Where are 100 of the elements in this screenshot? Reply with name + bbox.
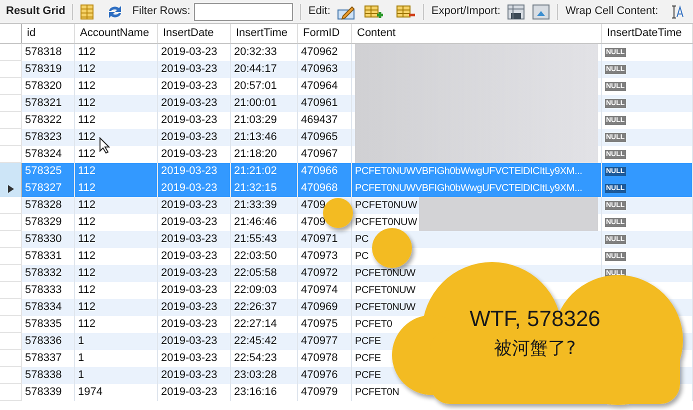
table-cell-text: 21:32:15 bbox=[234, 181, 277, 196]
table-cell-text: 578334 bbox=[25, 300, 62, 316]
table-cell-text: PCFET0NUW bbox=[355, 216, 418, 230]
table-cell-text: 470962 bbox=[301, 45, 338, 60]
column-header[interactable]: id bbox=[27, 25, 36, 42]
table-cell-text: 2019-03-23 bbox=[161, 181, 218, 196]
filter-field[interactable] bbox=[194, 2, 294, 20]
table-cell-text: 2019-03-23 bbox=[161, 334, 218, 350]
table-cell-text: 23:16:16 bbox=[234, 385, 277, 400]
column-header[interactable]: InsertTime bbox=[236, 25, 288, 42]
table-cell-text: 2019-03-23 bbox=[161, 198, 218, 214]
table-cell-text: 578332 bbox=[25, 266, 62, 282]
table-cell-text: 4709 bbox=[301, 198, 326, 214]
grid-icon[interactable] bbox=[80, 4, 94, 20]
table-cell-text: 2019-03-23 bbox=[161, 45, 218, 60]
table-cell-text: PCFE bbox=[355, 369, 381, 383]
table-cell-text: 2019-03-23 bbox=[161, 266, 218, 282]
result-grid-label: Result Grid bbox=[6, 4, 66, 20]
pencil-icon[interactable] bbox=[337, 4, 358, 20]
table-cell-text: 20:57:01 bbox=[234, 79, 277, 94]
table-cell-text: 20:32:33 bbox=[234, 45, 277, 60]
table-cell-text: 22:54:23 bbox=[234, 351, 277, 366]
table-cell-text: 2019-03-23 bbox=[161, 164, 218, 180]
table-cell-text: 578335 bbox=[25, 317, 62, 332]
filter-rows-label: Filter Rows: bbox=[132, 4, 190, 20]
table-cell-text: PC bbox=[355, 233, 368, 247]
table-cell-text: 470961 bbox=[301, 96, 338, 112]
column-header[interactable]: InsertDateTime bbox=[607, 25, 682, 42]
table-cell-text: 112 bbox=[78, 62, 96, 78]
table-cell-text: 2019-03-23 bbox=[161, 130, 218, 146]
save-icon[interactable] bbox=[507, 4, 526, 20]
table-cell-text: 470973 bbox=[301, 249, 338, 264]
table-cell-text: 112 bbox=[78, 283, 96, 298]
table-cell-text: 578322 bbox=[25, 113, 62, 128]
mouse-pointer-icon bbox=[99, 137, 110, 154]
table-cell-text: 2019-03-23 bbox=[161, 368, 218, 384]
table-cell-text: 470971 bbox=[301, 232, 338, 248]
table-cell-text: 578338 bbox=[25, 368, 62, 384]
table-cell-text: 2019-03-23 bbox=[161, 351, 218, 366]
table-cell-text: 112 bbox=[78, 130, 96, 146]
table-cell-text: 470977 bbox=[301, 334, 338, 350]
table-cell-text: 2019-03-23 bbox=[161, 113, 218, 128]
table-cell-text: 470965 bbox=[301, 130, 338, 146]
table-cell-text: 20:44:17 bbox=[234, 62, 277, 78]
table-cell-text: 470964 bbox=[301, 79, 338, 94]
table-cell-text: 2019-03-23 bbox=[161, 300, 218, 316]
table-cell-text: 21:00:01 bbox=[234, 96, 277, 112]
table-cell-text: 22:05:58 bbox=[234, 266, 277, 282]
column-header[interactable]: Content bbox=[357, 25, 396, 42]
table-cell-text: 470974 bbox=[301, 283, 338, 298]
table-cell-text: 470963 bbox=[301, 62, 338, 78]
table-cell-text: PC bbox=[355, 250, 368, 264]
column-header[interactable]: AccountName bbox=[80, 25, 150, 42]
table-cell-text: PCFET0NUWVBFIGh0bWwgUFVCTElDICItLy9XM... bbox=[355, 182, 582, 196]
table-cell-text: 578337 bbox=[25, 351, 62, 366]
table-cell-text: 112 bbox=[78, 317, 96, 332]
wrap-cell-content-label: Wrap Cell Content: bbox=[565, 4, 658, 20]
table-cell-text: 21:33:39 bbox=[234, 198, 277, 214]
table-cell-text: 470969 bbox=[301, 300, 338, 316]
table-cell-text: 2019-03-23 bbox=[161, 96, 218, 112]
table-cell-text: 470968 bbox=[301, 181, 338, 196]
table-cell-text: PCFET0NUW bbox=[355, 199, 418, 213]
column-header[interactable]: InsertDate bbox=[163, 25, 214, 42]
table-cell-text: 112 bbox=[78, 45, 96, 60]
table-cell-text: 112 bbox=[78, 96, 96, 112]
table-cell-text: 4709 bbox=[301, 215, 326, 230]
table-cell-text: PCFE bbox=[355, 335, 381, 349]
table-cell-text: 22:03:50 bbox=[234, 249, 277, 264]
table-cell-text: 578330 bbox=[25, 232, 62, 248]
table-cell-text: PCFET0 bbox=[355, 318, 392, 332]
table-cell-text: 470978 bbox=[301, 351, 338, 366]
table-cell-text: 578324 bbox=[25, 147, 62, 162]
table-cell-text: 112 bbox=[78, 147, 96, 162]
delete-row-icon[interactable] bbox=[396, 4, 416, 20]
import-icon[interactable] bbox=[532, 4, 550, 20]
table-cell-text: 21:03:29 bbox=[234, 113, 277, 128]
table-cell-text: 22:09:03 bbox=[234, 283, 277, 298]
table-cell-text: 470975 bbox=[301, 317, 338, 332]
table-cell-text: 2019-03-23 bbox=[161, 215, 218, 230]
table-cell-text: 578328 bbox=[25, 198, 62, 214]
add-row-icon[interactable] bbox=[364, 4, 384, 20]
table-cell-text: 578331 bbox=[25, 249, 62, 264]
table-cell-text: 21:21:02 bbox=[234, 164, 277, 180]
table-cell-text: 470972 bbox=[301, 266, 338, 282]
table-cell-text: 578336 bbox=[25, 334, 62, 350]
table-cell-text: 2019-03-23 bbox=[161, 385, 218, 400]
table-cell-text: 1 bbox=[78, 368, 84, 384]
table-cell-text: 578339 bbox=[25, 385, 62, 400]
table-cell-text: 2019-03-23 bbox=[161, 147, 218, 162]
table-cell-text: 578327 bbox=[25, 181, 62, 196]
table-cell-text: 578319 bbox=[25, 62, 62, 78]
table-cell-text: 2019-03-23 bbox=[161, 283, 218, 298]
wrap-text-icon[interactable] bbox=[670, 4, 684, 18]
table-cell-text: 578325 bbox=[25, 164, 62, 180]
row-header[interactable] bbox=[0, 180, 22, 197]
column-header[interactable]: FormID bbox=[303, 25, 340, 42]
table-cell-text: 578320 bbox=[25, 79, 62, 94]
table-cell-text: 470966 bbox=[301, 164, 338, 180]
table-cell-text: 23:03:28 bbox=[234, 368, 277, 384]
table-cell-text: 578333 bbox=[25, 283, 62, 298]
